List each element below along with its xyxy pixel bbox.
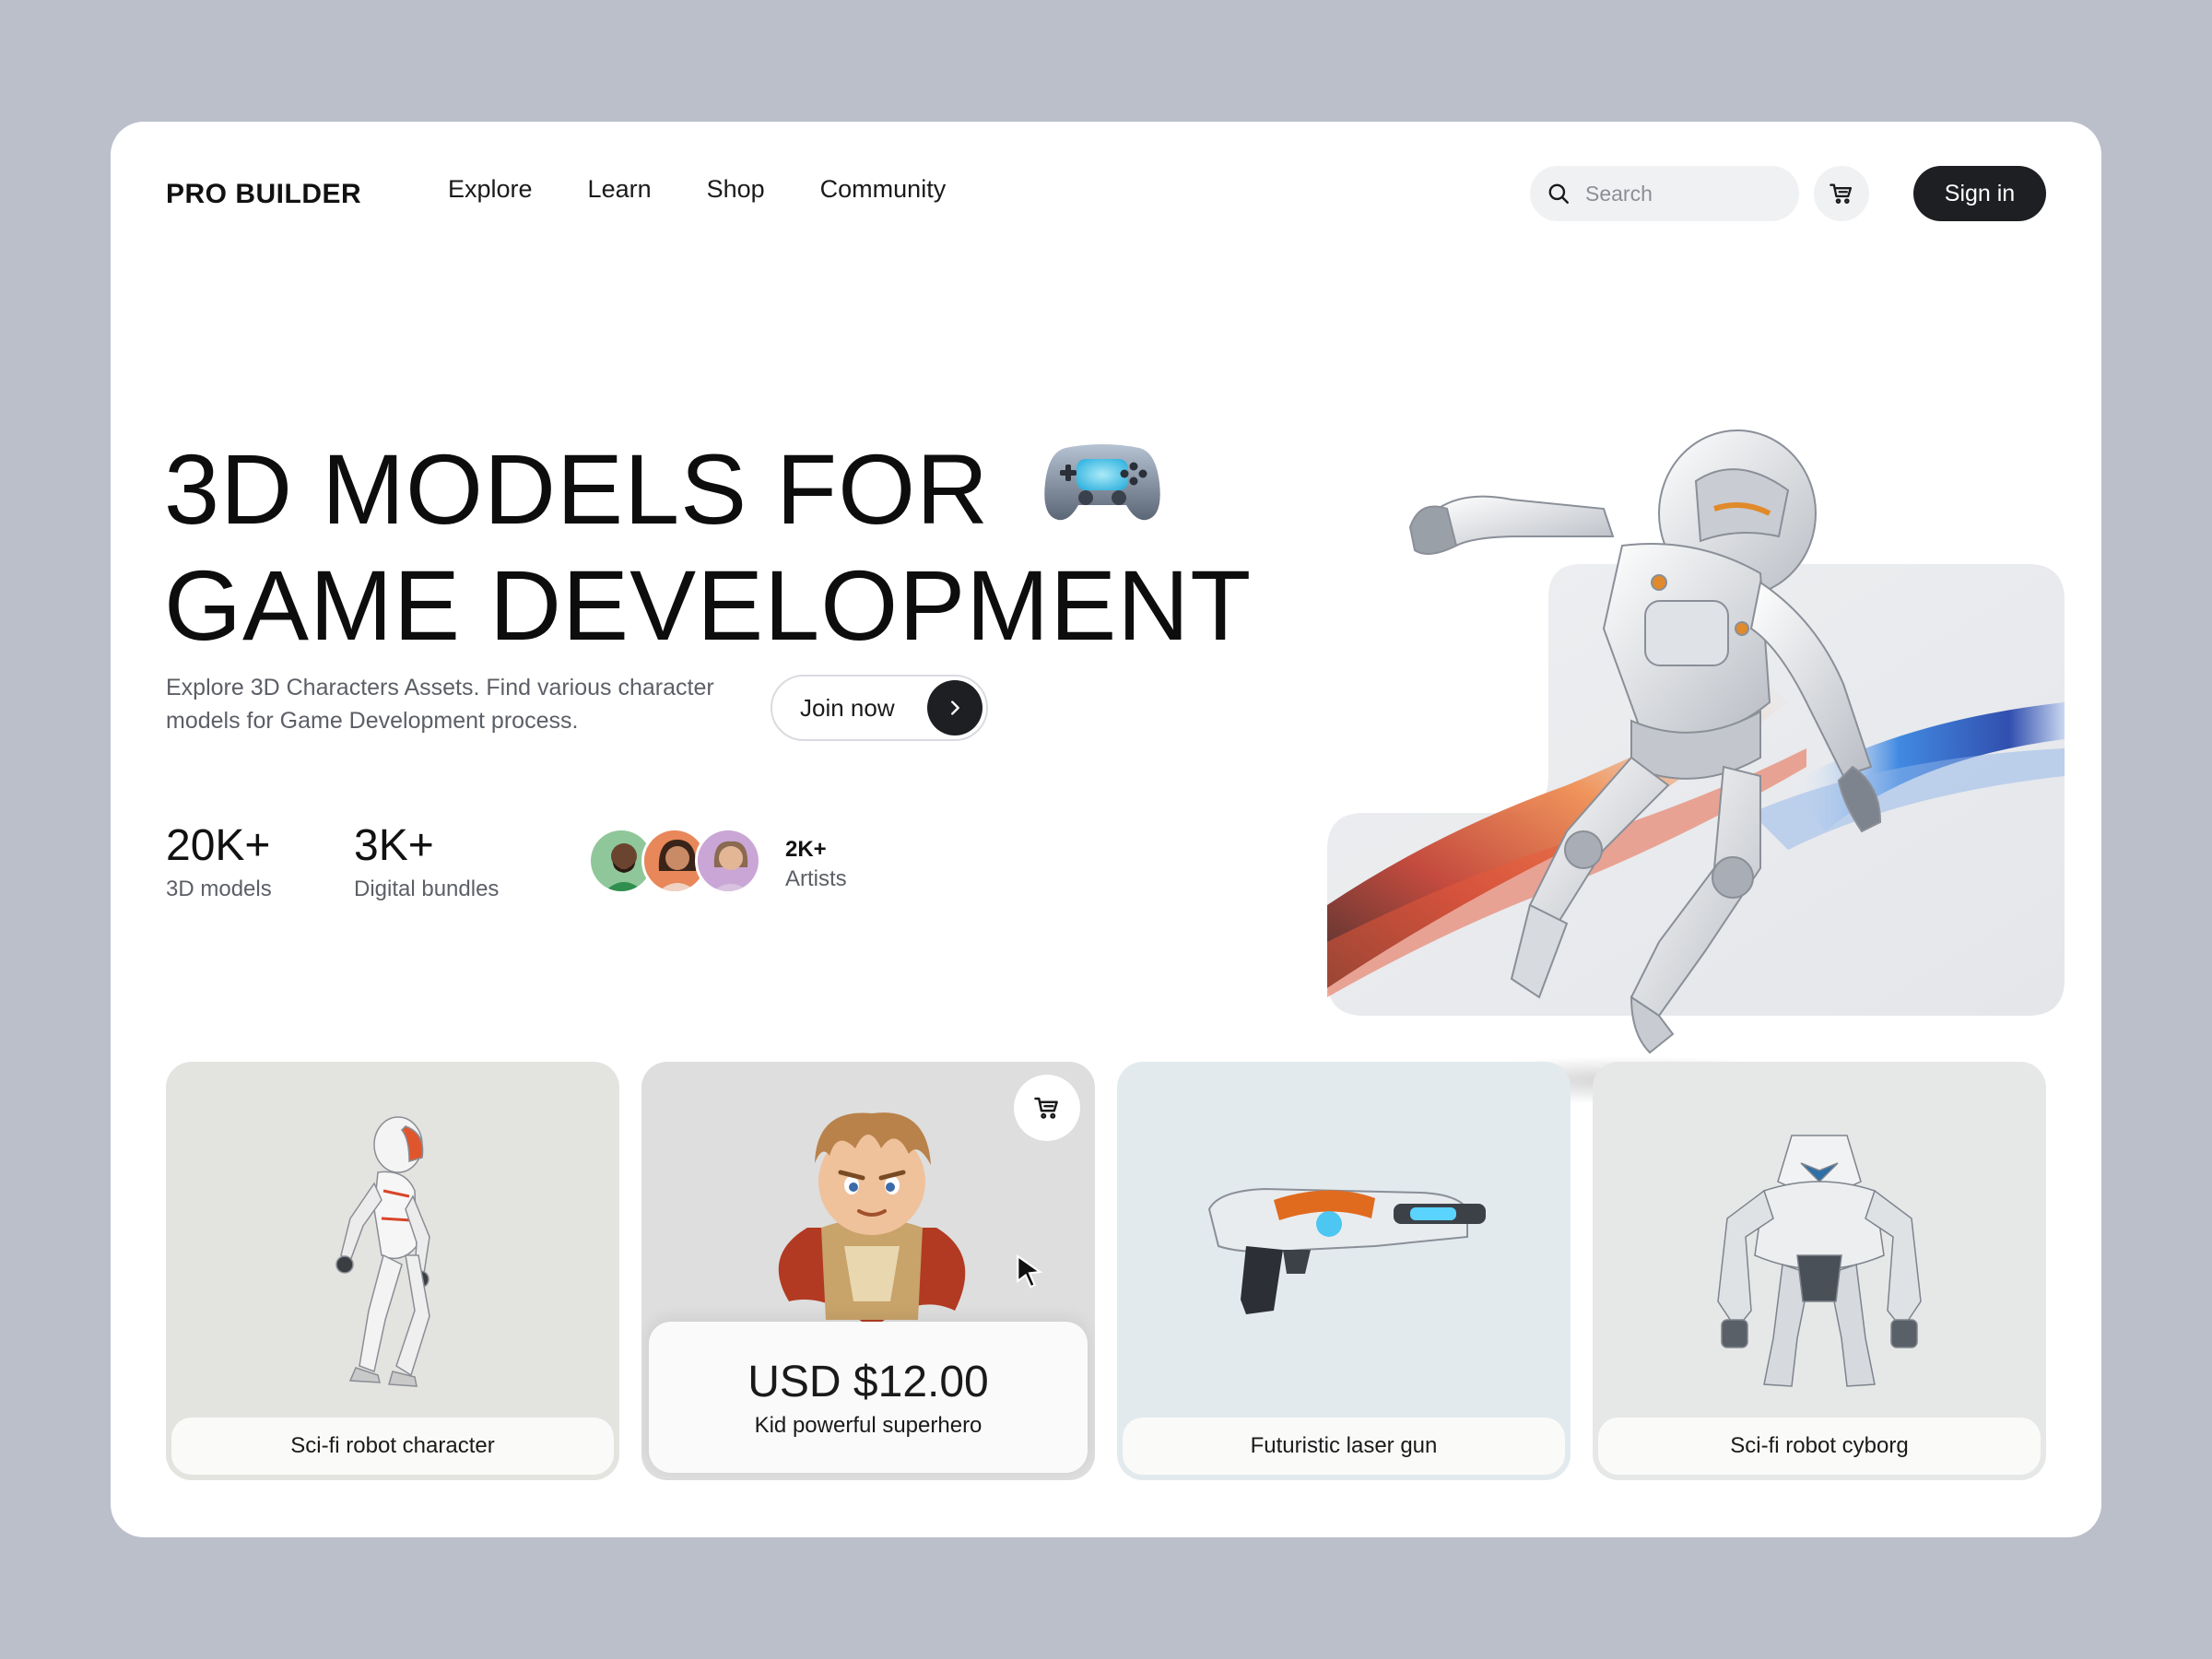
product-card-robot-cyborg[interactable]: Sci-fi robot cyborg: [1593, 1062, 2046, 1480]
hero-robot-illustration: [1327, 352, 2065, 1135]
chevron-right-icon: [927, 680, 982, 735]
cart-icon: [1830, 183, 1853, 204]
price-panel: USD $12.00 Kid powerful superhero: [649, 1322, 1088, 1473]
product-card-superhero[interactable]: USD $12.00 Kid powerful superhero: [641, 1062, 1095, 1480]
search-icon: [1548, 183, 1569, 204]
product-card-label: Sci-fi robot character: [171, 1418, 614, 1475]
cart-button[interactable]: [1814, 166, 1869, 221]
main-nav: Explore Learn Shop Community: [448, 175, 1001, 204]
product-card-robot-character[interactable]: Sci-fi robot character: [166, 1062, 619, 1480]
product-card-label: Kid powerful superhero: [754, 1413, 982, 1438]
cart-icon: [1034, 1097, 1058, 1119]
gamepad-icon: [1041, 435, 1163, 544]
stat-bundles: 3K+ Digital bundles: [354, 820, 499, 902]
join-now-button[interactable]: Join now: [771, 675, 988, 741]
stat-label: 3D models: [166, 877, 272, 901]
join-now-label: Join now: [800, 693, 895, 722]
hero-title: 3D MODELS FOR GAME DEVELOPMENT: [164, 435, 1362, 660]
nav-learn[interactable]: Learn: [588, 175, 652, 204]
page-frame: PRO BUILDER Explore Learn Shop Community…: [111, 122, 2101, 1537]
stat-label: Digital bundles: [354, 877, 500, 901]
product-card-label: Sci-fi robot cyborg: [1598, 1418, 2041, 1475]
hero-title-line2: GAME DEVELOPMENT: [164, 549, 1253, 662]
hero-subtitle: Explore 3D Characters Assets. Find vario…: [166, 675, 714, 734]
robot-cyborg-illustration: [1717, 1135, 1922, 1387]
nav-shop[interactable]: Shop: [707, 175, 765, 204]
cursor-pointer-icon: [1017, 1253, 1043, 1288]
stat-models: 20K+ 3D models: [166, 820, 272, 902]
search-input[interactable]: [1585, 181, 1779, 206]
robot-character-illustration: [335, 1116, 430, 1387]
search-bar[interactable]: [1530, 166, 1799, 221]
add-to-cart-button[interactable]: [1014, 1075, 1080, 1141]
nav-community[interactable]: Community: [820, 175, 947, 204]
brand-logo[interactable]: PRO BUILDER: [166, 179, 361, 210]
stat-value: 20K+: [166, 821, 271, 870]
sign-in-button[interactable]: Sign in: [1913, 166, 2046, 221]
avatar: [695, 828, 761, 894]
product-card-label: Futuristic laser gun: [1123, 1418, 1565, 1475]
laser-gun-illustration: [1207, 1187, 1486, 1314]
nav-explore[interactable]: Explore: [448, 175, 533, 204]
product-price: USD $12.00: [747, 1358, 989, 1406]
stat-value: 3K+: [354, 821, 434, 870]
artists-value: 2K+: [785, 837, 827, 862]
artists-stat: 2K+ Artists: [785, 837, 847, 892]
artists-label: Artists: [785, 866, 847, 891]
product-card-laser-gun[interactable]: Futuristic laser gun: [1117, 1062, 1571, 1480]
artist-avatars: [588, 828, 761, 894]
hero-title-line1: 3D MODELS FOR: [164, 433, 990, 545]
